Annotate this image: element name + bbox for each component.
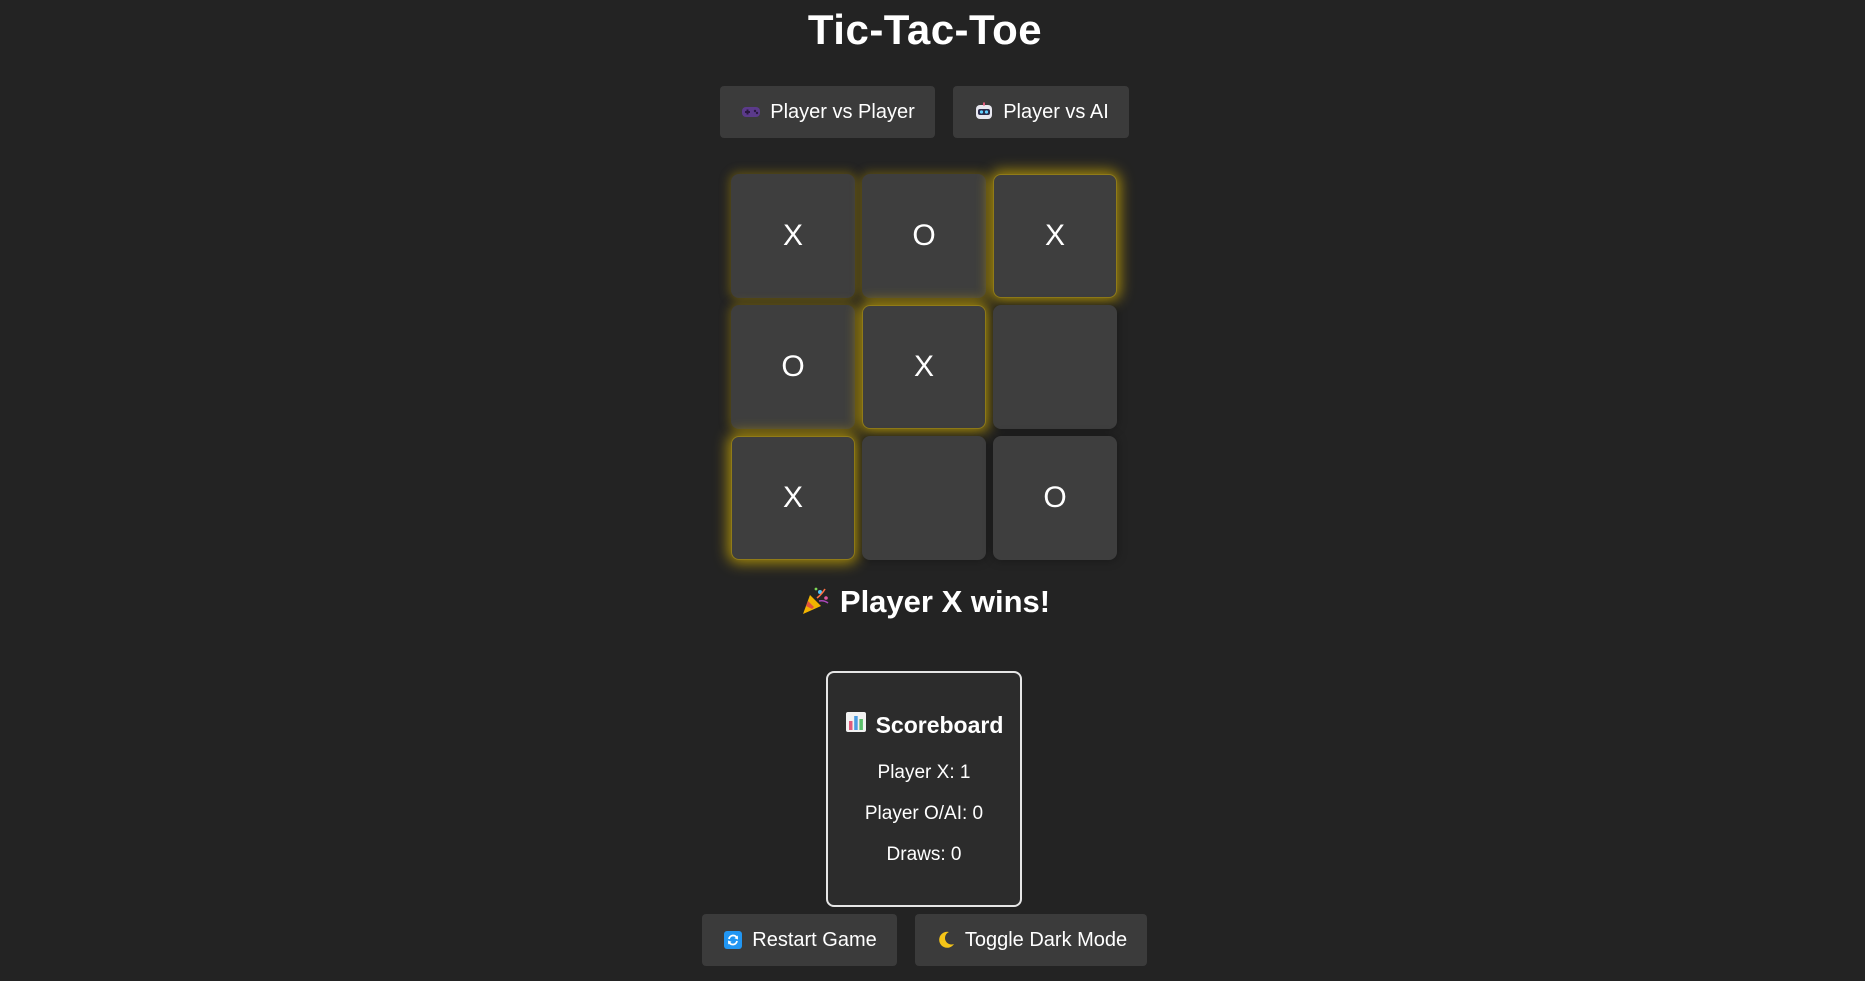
game-board: X O X O X X O xyxy=(731,174,1119,562)
board-cell-winning[interactable]: X xyxy=(862,305,986,429)
crescent-moon-icon xyxy=(935,929,957,951)
score-player-x: Player X: 1 xyxy=(877,762,971,783)
board-cell[interactable]: O xyxy=(731,305,855,429)
scoreboard: Scoreboard Player X: 1 Player O/AI: 0 Dr… xyxy=(826,671,1022,907)
scoreboard-header: Scoreboard xyxy=(828,711,1020,739)
player-vs-ai-button[interactable]: Player vs AI xyxy=(953,86,1129,138)
scoreboard-title: Scoreboard xyxy=(875,711,1004,738)
board-cell[interactable] xyxy=(862,436,986,560)
score-draws: Draws: 0 xyxy=(886,844,962,865)
player-vs-player-label: Player vs Player xyxy=(770,100,915,123)
board-cell[interactable]: O xyxy=(862,174,986,298)
player-vs-player-button[interactable]: Player vs Player xyxy=(720,86,935,138)
restart-game-button[interactable]: Restart Game xyxy=(702,914,897,966)
board-cell[interactable]: X xyxy=(731,174,855,298)
board-cell-winning[interactable]: X xyxy=(993,174,1117,298)
refresh-icon xyxy=(722,929,744,951)
toggle-dark-mode-label: Toggle Dark Mode xyxy=(964,928,1128,951)
score-player-o: Player O/AI: 0 xyxy=(864,803,984,824)
video-game-icon xyxy=(740,101,762,123)
board-cell-winning[interactable]: X xyxy=(731,436,855,560)
restart-game-label: Restart Game xyxy=(752,928,877,951)
bar-chart-icon xyxy=(845,711,867,739)
status-text: Player X wins! xyxy=(839,584,1051,619)
player-vs-ai-label: Player vs AI xyxy=(1003,100,1109,123)
tic-tac-toe-page: Tic-Tac-Toe Player vs Player Player vs A… xyxy=(0,0,1865,981)
robot-icon xyxy=(973,101,995,123)
party-popper-icon xyxy=(800,586,830,616)
board-cell[interactable]: O xyxy=(993,436,1117,560)
board-cell[interactable] xyxy=(993,305,1117,429)
page-title: Tic-Tac-Toe xyxy=(807,6,1043,53)
toggle-dark-mode-button[interactable]: Toggle Dark Mode xyxy=(915,914,1147,966)
game-status: Player X wins! xyxy=(0,584,1850,620)
